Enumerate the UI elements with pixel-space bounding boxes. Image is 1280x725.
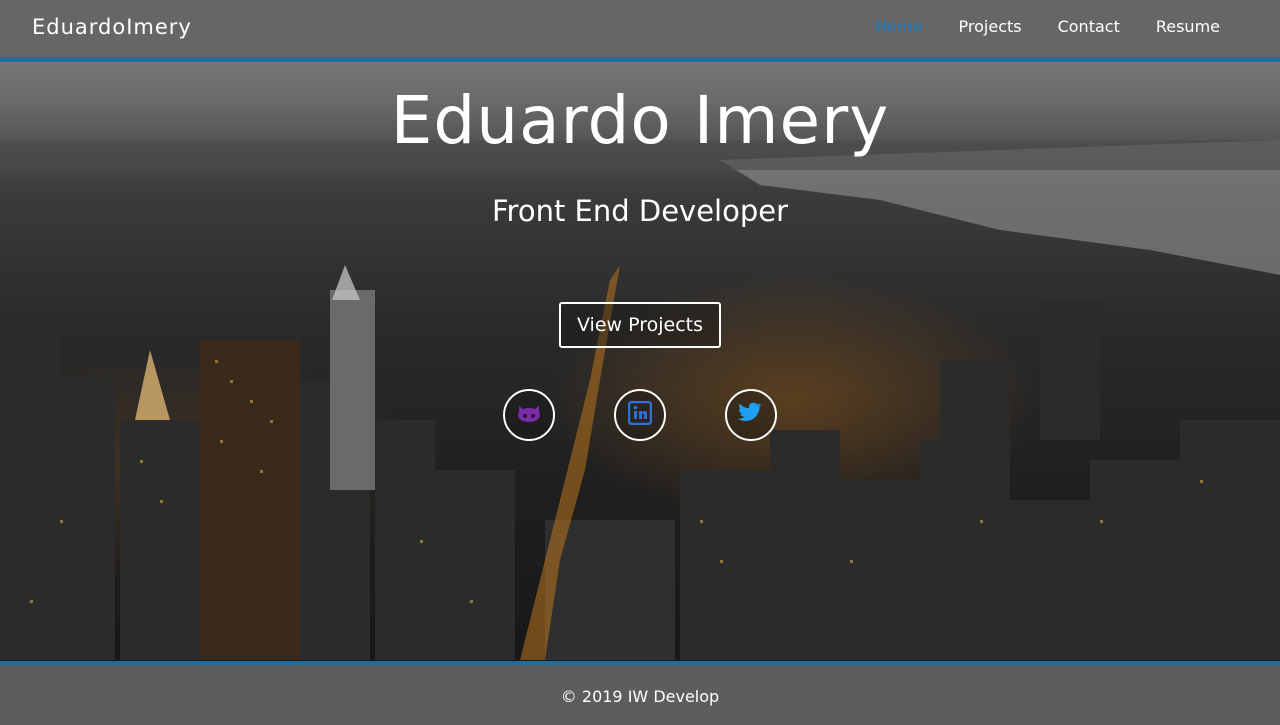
linkedin-link-button[interactable] <box>614 389 666 441</box>
footer: © 2019 IW Develop <box>0 661 1280 725</box>
github-link-button[interactable] <box>503 389 555 441</box>
hero-title: Eduardo Imery <box>390 82 890 159</box>
twitter-icon <box>738 402 764 428</box>
hero-subtitle: Front End Developer <box>491 194 789 228</box>
twitter-link-button[interactable] <box>725 389 777 441</box>
github-icon <box>516 402 542 428</box>
nav-link-contact[interactable]: Contact <box>1058 17 1120 36</box>
footer-copyright: © 2019 IW Develop <box>560 687 720 706</box>
page: EduardoImery Home Projects Contact Resum… <box>0 0 1280 725</box>
nav-link-home[interactable]: Home <box>875 17 922 36</box>
top-navbar: EduardoImery Home Projects Contact Resum… <box>0 0 1280 62</box>
view-projects-button[interactable]: View Projects <box>559 302 721 348</box>
nav-link-resume[interactable]: Resume <box>1156 17 1220 36</box>
linkedin-icon <box>627 400 653 429</box>
nav-links: Home Projects Contact Resume <box>875 17 1220 36</box>
nav-link-projects[interactable]: Projects <box>959 17 1022 36</box>
brand-logo-link[interactable]: EduardoImery <box>32 15 192 39</box>
